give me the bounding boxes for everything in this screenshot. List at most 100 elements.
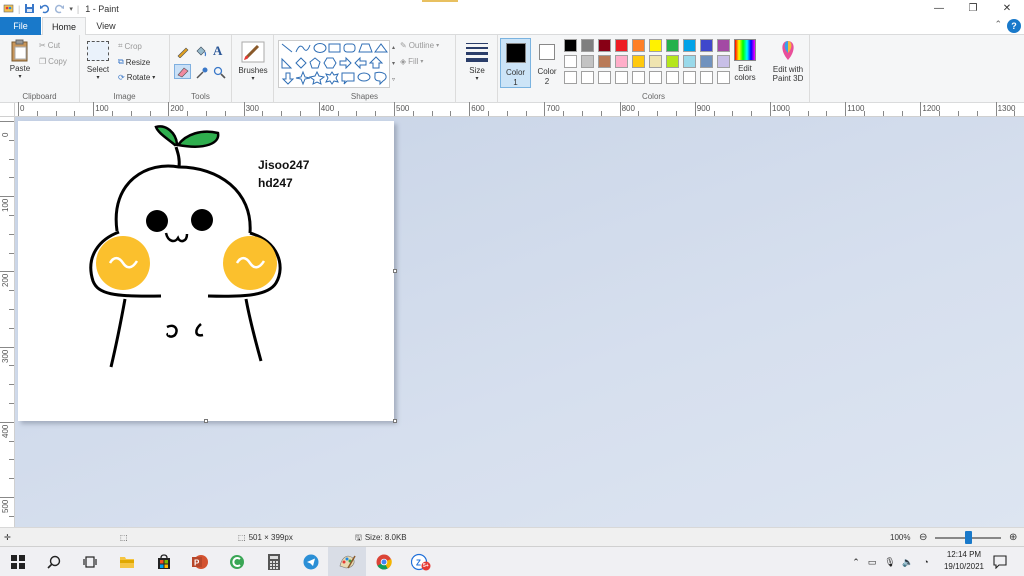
palette-swatch[interactable] bbox=[615, 71, 628, 84]
fill-button[interactable]: ◈ Fill ▾ bbox=[400, 57, 423, 66]
copy-button[interactable]: ❐ Copy bbox=[39, 57, 67, 66]
wifi-icon[interactable]: ◔ bbox=[917, 557, 935, 567]
palette-swatch[interactable] bbox=[615, 39, 628, 52]
size-button[interactable]: Size ▾ bbox=[461, 40, 493, 82]
edit-with-paint3d-button[interactable]: Edit with Paint 3D bbox=[766, 39, 810, 83]
minimize-button[interactable]: — bbox=[922, 0, 956, 17]
palette-swatch[interactable] bbox=[598, 71, 611, 84]
battery-icon[interactable]: ▭ bbox=[863, 557, 881, 568]
collapse-ribbon-icon[interactable]: ⌃ bbox=[994, 19, 1002, 30]
calculator-button[interactable] bbox=[264, 552, 284, 572]
zoom-out-button[interactable]: ⊖ bbox=[919, 528, 927, 547]
palette-swatch[interactable] bbox=[632, 39, 645, 52]
pencil-icon[interactable] bbox=[176, 45, 189, 58]
palette-swatch[interactable] bbox=[683, 71, 696, 84]
palette-swatch[interactable] bbox=[649, 55, 662, 68]
color-1-button[interactable]: Color 1 bbox=[500, 38, 531, 88]
customize-qa-icon[interactable]: ▾ bbox=[69, 5, 73, 13]
help-icon[interactable]: ? bbox=[1007, 19, 1021, 33]
color-picker-icon[interactable] bbox=[195, 66, 208, 79]
resize-button[interactable]: ⧉ Resize bbox=[118, 57, 150, 67]
task-view-button[interactable] bbox=[80, 552, 100, 572]
redo-icon[interactable] bbox=[54, 3, 65, 14]
cut-button[interactable]: ✂ Cut bbox=[39, 41, 60, 50]
palette-swatch[interactable] bbox=[649, 71, 662, 84]
palette-swatch[interactable] bbox=[649, 39, 662, 52]
chrome-button[interactable] bbox=[374, 552, 394, 572]
eraser-button[interactable] bbox=[174, 64, 191, 79]
undo-icon[interactable] bbox=[39, 3, 50, 14]
palette-swatch[interactable] bbox=[666, 55, 679, 68]
ruler-minor-tick bbox=[412, 111, 414, 116]
palette-swatch[interactable] bbox=[666, 39, 679, 52]
file-explorer-button[interactable] bbox=[117, 552, 137, 572]
palette-swatch[interactable] bbox=[666, 71, 679, 84]
shapes-scroll[interactable]: ▴ ▾ ▿ bbox=[390, 40, 397, 88]
palette-swatch[interactable] bbox=[564, 55, 577, 68]
palette-swatch[interactable] bbox=[700, 55, 713, 68]
shape-icons[interactable] bbox=[279, 41, 391, 89]
select-button[interactable]: Select ▾ bbox=[84, 41, 112, 81]
zoom-slider-thumb[interactable] bbox=[965, 531, 972, 544]
tab-view[interactable]: View bbox=[88, 17, 124, 35]
palette-swatch[interactable] bbox=[581, 55, 594, 68]
search-button[interactable] bbox=[44, 552, 64, 572]
ccleaner-button[interactable] bbox=[227, 552, 247, 572]
zoom-in-button[interactable]: ⊕ bbox=[1009, 528, 1017, 547]
resize-handle-right[interactable] bbox=[393, 269, 397, 273]
palette-swatch[interactable] bbox=[581, 71, 594, 84]
palette-swatch[interactable] bbox=[632, 71, 645, 84]
palette-swatch[interactable] bbox=[700, 71, 713, 84]
text-tool-icon[interactable]: A bbox=[213, 43, 222, 59]
resize-handle-corner[interactable] bbox=[393, 419, 397, 423]
store-button[interactable] bbox=[154, 552, 174, 572]
save-icon[interactable] bbox=[24, 3, 35, 14]
clock-date: 19/10/2021 bbox=[943, 562, 984, 571]
edit-colors-button[interactable]: Edit colors bbox=[730, 39, 760, 82]
palette-swatch[interactable] bbox=[564, 39, 577, 52]
paint-taskbar-button[interactable] bbox=[337, 552, 357, 572]
outline-button[interactable]: ✎ Outline ▾ bbox=[400, 41, 439, 50]
color-2-button[interactable]: Color 2 bbox=[533, 38, 561, 88]
palette-swatch[interactable] bbox=[632, 55, 645, 68]
palette-swatch[interactable] bbox=[683, 39, 696, 52]
magnifier-icon[interactable] bbox=[213, 66, 226, 79]
tools-group: A Tools bbox=[170, 35, 232, 103]
close-button[interactable]: ✕ bbox=[990, 0, 1024, 17]
show-hidden-icons-icon[interactable]: ⌃ bbox=[849, 557, 863, 568]
crop-button[interactable]: ⌗ Crop bbox=[118, 41, 142, 51]
speaker-icon[interactable]: 🔈 bbox=[899, 557, 917, 568]
rotate-button[interactable]: ⟳ Rotate ▾ bbox=[118, 73, 155, 82]
paste-button[interactable]: Paste ▾ bbox=[5, 39, 35, 80]
ruler-tick bbox=[0, 121, 14, 122]
fill-bucket-icon[interactable] bbox=[194, 45, 207, 58]
tab-file[interactable]: File bbox=[0, 17, 41, 35]
paint-app-icon[interactable] bbox=[3, 3, 14, 14]
ruler-minor-tick bbox=[788, 111, 790, 116]
shapes-group: ▴ ▾ ▿ ✎ Outline ▾ ◈ Fill ▾ Shapes bbox=[274, 35, 456, 103]
resize-handle-bottom[interactable] bbox=[204, 419, 208, 423]
palette-swatch[interactable] bbox=[598, 39, 611, 52]
action-center-button[interactable] bbox=[990, 552, 1010, 572]
powerpoint-button[interactable]: P bbox=[190, 552, 210, 572]
start-button[interactable] bbox=[8, 552, 28, 572]
drawing-canvas[interactable]: Jisoo247 hd247 bbox=[18, 121, 394, 421]
brushes-button[interactable]: Brushes ▾ bbox=[235, 40, 271, 82]
tab-home[interactable]: Home bbox=[42, 17, 86, 36]
palette-swatch[interactable] bbox=[615, 55, 628, 68]
palette-swatch[interactable] bbox=[700, 39, 713, 52]
microphone-icon[interactable]: 🎙 bbox=[881, 557, 899, 568]
palette-swatch[interactable] bbox=[717, 55, 730, 68]
palette-swatch[interactable] bbox=[683, 55, 696, 68]
paste-dropdown-icon: ▾ bbox=[18, 74, 22, 80]
clock[interactable]: 12:14 PM 19/10/2021 bbox=[944, 549, 984, 573]
restore-button[interactable]: ❐ bbox=[956, 0, 990, 17]
zalo-button[interactable]: Z 5+ bbox=[411, 552, 431, 572]
workspace[interactable]: Jisoo247 hd247 bbox=[15, 117, 1024, 527]
telegram-button[interactable] bbox=[301, 552, 321, 572]
palette-swatch[interactable] bbox=[717, 71, 730, 84]
palette-swatch[interactable] bbox=[598, 55, 611, 68]
palette-swatch[interactable] bbox=[564, 71, 577, 84]
palette-swatch[interactable] bbox=[717, 39, 730, 52]
palette-swatch[interactable] bbox=[581, 39, 594, 52]
